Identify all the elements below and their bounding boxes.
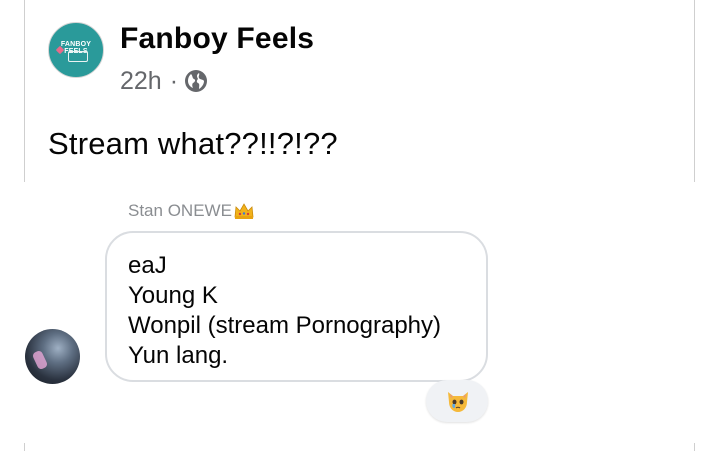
post-timestamp[interactable]: 22h [120,67,162,96]
crown-icon [234,203,254,219]
post-border-right [694,0,695,182]
comment-author-name: Stan ONEWE [128,201,232,220]
page-name[interactable]: Fanboy Feels [120,22,314,56]
post-border-left [24,0,25,182]
avatar-photo-detail [31,349,49,371]
comment-line: Young K [128,282,218,309]
bottom-border-left [24,443,25,451]
commenter-avatar[interactable] [25,329,80,384]
meta-separator: · [169,66,179,95]
comment-line: Wonpil (stream Pornography) [128,312,442,339]
crying-cat-face-icon [448,392,468,412]
post-meta: 22h · [120,66,208,96]
cassette-icon [68,51,88,62]
globe-icon[interactable] [184,69,208,93]
comment-author[interactable]: Stan ONEWE [128,201,255,221]
comment-line: eaJ [128,252,167,279]
comment-text: eaJ Young K Wonpil (stream Pornography) … [128,251,441,371]
comment-line: Yun lang. [128,342,229,369]
bottom-border-right [694,443,695,451]
post-body-text: Stream what??!!?!?? [48,126,338,161]
page-avatar[interactable]: FANBOY FEELS [48,22,104,78]
reaction-button[interactable] [426,380,488,422]
